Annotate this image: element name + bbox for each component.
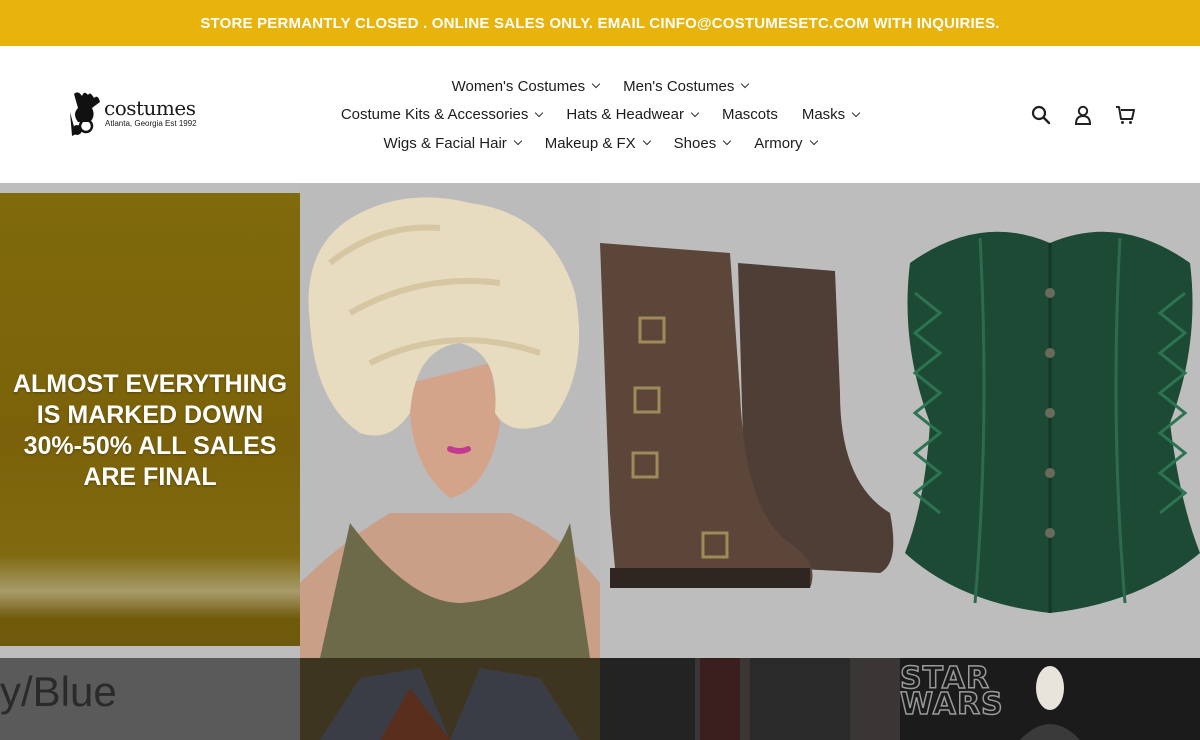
- collection-tile-1[interactable]: y/Blue: [0, 658, 300, 740]
- chevron-down-icon: [809, 137, 818, 146]
- nav-item-mascots[interactable]: Mascots: [722, 106, 778, 123]
- chevron-down-icon: [722, 137, 732, 146]
- search-icon: [1031, 105, 1051, 125]
- nav-item-wigs-facial-hair[interactable]: Wigs & Facial Hair: [383, 134, 523, 152]
- nav-item-mens-costumes[interactable]: Men's Costumes: [623, 77, 750, 95]
- promo-line: 30%-50% ALL SALES: [23, 432, 277, 460]
- jester-logo-icon: [70, 92, 100, 136]
- boots-product-tile[interactable]: [600, 183, 900, 658]
- store-logo[interactable]: costumes Atlanta, Georgia Est 1992: [68, 90, 208, 140]
- nav-row-1: Women's Costumes Men's Costumes: [300, 72, 900, 101]
- nav-item-costume-kits[interactable]: Costume Kits & Accessories: [340, 106, 544, 124]
- header-icons: [1030, 103, 1136, 127]
- nav-label: Hats & Headwear: [566, 106, 684, 124]
- nav-item-armory[interactable]: Armory: [754, 134, 818, 152]
- nav-item-makeup-fx[interactable]: Makeup & FX: [544, 134, 651, 152]
- logo-tagline: Atlanta, Georgia Est 1992: [105, 119, 197, 128]
- collection-tile-3[interactable]: [600, 658, 900, 740]
- nav-label: Makeup & FX: [544, 134, 636, 152]
- corset-product-tile[interactable]: [900, 183, 1200, 658]
- collection-row: y/Blue STAR WARS: [0, 658, 1200, 740]
- nav-label: Wigs & Facial Hair: [383, 134, 507, 152]
- cart-button[interactable]: [1114, 103, 1136, 127]
- nav-row-3: Wigs & Facial Hair Makeup & FX Shoes Arm…: [300, 129, 900, 158]
- nav-row-2: Costume Kits & Accessories Hats & Headwe…: [300, 101, 900, 130]
- mannequin-image: [1020, 666, 1080, 740]
- collection-tile-text: y/Blue: [0, 668, 117, 715]
- chevron-down-icon: [642, 137, 651, 146]
- sale-promo-tile[interactable]: ALMOST EVERYTHING IS MARKED DOWN 30%-50%…: [0, 193, 300, 646]
- account-icon: [1074, 105, 1092, 125]
- nav-label: Men's Costumes: [623, 77, 735, 95]
- promo-line: IS MARKED DOWN: [36, 401, 264, 429]
- collection-tile-2[interactable]: [300, 658, 600, 740]
- hero-collage: ALMOST EVERYTHING IS MARKED DOWN 30%-50%…: [0, 183, 1200, 658]
- nav-item-shoes[interactable]: Shoes: [673, 134, 732, 152]
- announcement-text: STORE PERMANTLY CLOSED . ONLINE SALES ON…: [200, 14, 1000, 32]
- nav-label: Mascots: [721, 106, 778, 124]
- afro-wig-model-image: [300, 183, 600, 658]
- nav-item-masks[interactable]: Masks: [801, 106, 861, 124]
- nav-label: Armory: [754, 134, 803, 152]
- chevron-down-icon: [513, 137, 523, 146]
- search-button[interactable]: [1030, 103, 1052, 127]
- wig-product-tile[interactable]: [300, 183, 600, 658]
- nav-item-hats-headwear[interactable]: Hats & Headwear: [566, 106, 700, 124]
- chevron-down-icon: [741, 80, 750, 89]
- armor-image: [600, 658, 850, 740]
- nav-item-womens-costumes[interactable]: Women's Costumes: [451, 77, 601, 95]
- chevron-down-icon: [690, 108, 700, 117]
- vest-image: [320, 668, 580, 740]
- chevron-down-icon: [591, 80, 601, 89]
- nav-label: Masks: [801, 106, 846, 124]
- boots-image: [600, 183, 900, 658]
- main-nav: Women's Costumes Men's Costumes Costume …: [300, 72, 900, 158]
- collection-tile-4[interactable]: STAR WARS: [900, 658, 1200, 740]
- announcement-bar: STORE PERMANTLY CLOSED . ONLINE SALES ON…: [0, 0, 1200, 46]
- nav-label: Shoes: [673, 134, 717, 152]
- chevron-down-icon: [851, 108, 861, 117]
- promo-line: ARE FINAL: [83, 463, 217, 491]
- nav-label: Costume Kits & Accessories: [340, 106, 529, 124]
- chevron-down-icon: [535, 108, 544, 117]
- green-corset-image: [900, 183, 1200, 658]
- promo-line: ALMOST EVERYTHING: [12, 370, 288, 398]
- site-header: costumes Atlanta, Georgia Est 1992 Women…: [0, 46, 1200, 183]
- logo-word: costumes: [104, 96, 196, 120]
- cart-icon: [1116, 106, 1135, 124]
- account-button[interactable]: [1072, 103, 1094, 127]
- promo-text: ALMOST EVERYTHING IS MARKED DOWN 30%-50%…: [0, 369, 300, 493]
- nav-label: Women's Costumes: [451, 77, 586, 95]
